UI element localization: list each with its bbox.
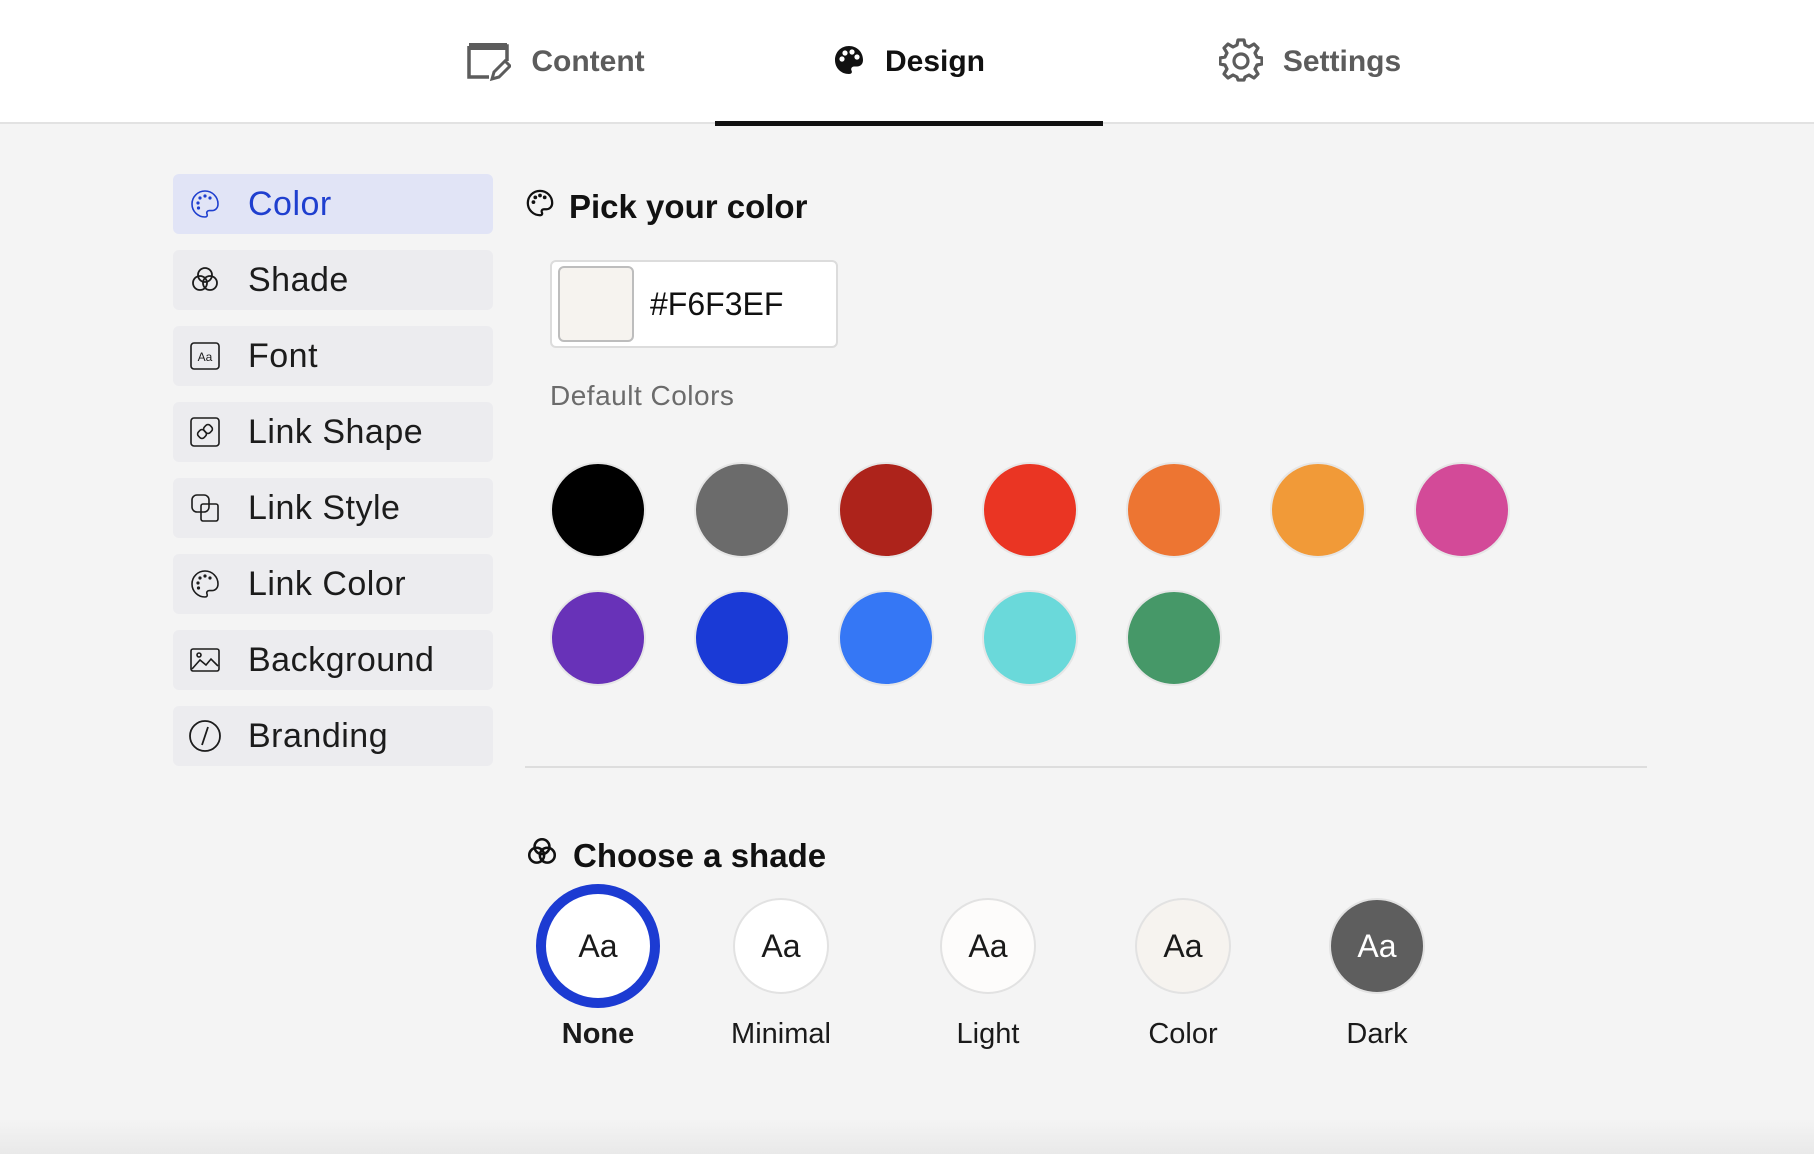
link-square-icon xyxy=(188,415,222,449)
tab-content[interactable]: Content xyxy=(390,0,720,124)
slash-circle-icon xyxy=(188,719,222,753)
venn-circles-icon xyxy=(525,835,559,877)
tab-settings-label: Settings xyxy=(1282,45,1402,78)
sidebar-item-label: Color xyxy=(248,184,332,223)
shade-preview: Aa xyxy=(940,898,1036,994)
sidebar-item-branding[interactable]: Branding xyxy=(173,706,493,766)
tab-design-label: Design xyxy=(884,45,986,78)
sidebar-item-label: Link Shape xyxy=(248,412,424,451)
top-tab-bar: Content Design Settings xyxy=(0,0,1814,126)
shade-preview: Aa xyxy=(733,898,829,994)
shade-options: Aa None Aa Minimal Aa Light Aa Color Aa … xyxy=(525,884,1645,1078)
shade-preview: Aa xyxy=(1135,898,1231,994)
color-swatch[interactable] xyxy=(982,590,1078,686)
sidebar-item-label: Shade xyxy=(248,260,349,299)
svg-text:Aa: Aa xyxy=(198,350,213,364)
sidebar-item-label: Background xyxy=(248,640,435,679)
shade-preview: Aa xyxy=(1329,898,1425,994)
sidebar-item-label: Branding xyxy=(248,716,389,755)
design-sidebar: Color Shade Aa Font Link Shape Link Styl… xyxy=(173,174,493,782)
color-swatch[interactable] xyxy=(838,590,934,686)
color-swatch[interactable] xyxy=(1270,462,1366,558)
palette-outline-icon xyxy=(525,188,555,226)
sidebar-item-background[interactable]: Background xyxy=(173,630,493,690)
shade-option-color[interactable]: Aa Color xyxy=(1113,898,1253,1051)
color-swatch[interactable] xyxy=(1414,462,1510,558)
palette-outline-icon xyxy=(188,187,222,221)
color-swatch[interactable] xyxy=(550,590,646,686)
shade-label: Minimal xyxy=(731,1018,831,1050)
palette-outline-icon xyxy=(188,567,222,601)
shade-section-title: Choose a shade xyxy=(525,835,826,877)
shade-section-title-text: Choose a shade xyxy=(573,837,827,874)
image-icon xyxy=(188,643,222,677)
sidebar-item-label: Link Style xyxy=(248,488,401,527)
shade-preview: Aa xyxy=(536,884,660,1008)
shade-label: Color xyxy=(1148,1018,1218,1050)
color-swatch[interactable] xyxy=(694,590,790,686)
tab-settings[interactable]: Settings xyxy=(1140,0,1480,124)
hex-color-field[interactable] xyxy=(550,260,838,348)
sidebar-item-label: Font xyxy=(248,336,319,375)
hex-color-input[interactable] xyxy=(650,285,820,323)
venn-circles-icon xyxy=(188,263,222,297)
shade-label: Dark xyxy=(1346,1018,1408,1050)
shade-label: None xyxy=(561,1018,635,1050)
color-preview-swatch[interactable] xyxy=(558,266,634,342)
section-divider xyxy=(525,766,1647,768)
color-section-title: Pick your color xyxy=(525,188,807,226)
sidebar-item-color[interactable]: Color xyxy=(173,174,493,234)
edit-window-icon xyxy=(465,37,513,88)
shade-option-none[interactable]: Aa None xyxy=(528,884,668,1051)
gear-icon xyxy=(1218,37,1264,87)
color-swatch[interactable] xyxy=(550,462,646,558)
shade-option-minimal[interactable]: Aa Minimal xyxy=(711,898,851,1051)
color-swatch[interactable] xyxy=(1126,590,1222,686)
palette-icon xyxy=(833,44,865,81)
shade-option-light[interactable]: Aa Light xyxy=(918,898,1058,1051)
sidebar-item-link-shape[interactable]: Link Shape xyxy=(173,402,493,462)
sidebar-item-font[interactable]: Aa Font xyxy=(173,326,493,386)
sidebar-item-link-style[interactable]: Link Style xyxy=(173,478,493,538)
sidebar-item-shade[interactable]: Shade xyxy=(173,250,493,310)
shade-label: Light xyxy=(956,1018,1020,1050)
color-swatch[interactable] xyxy=(838,462,934,558)
tab-design[interactable]: Design xyxy=(715,0,1103,126)
tab-content-label: Content xyxy=(531,45,645,78)
color-swatch[interactable] xyxy=(694,462,790,558)
default-colors-label: Default Colors xyxy=(550,380,735,411)
shade-option-dark[interactable]: Aa Dark xyxy=(1307,898,1447,1051)
bottom-shadow xyxy=(0,1118,1814,1154)
color-swatch[interactable] xyxy=(982,462,1078,558)
color-swatch[interactable] xyxy=(1126,462,1222,558)
color-section-title-text: Pick your color xyxy=(569,188,808,225)
overlap-squares-icon xyxy=(188,491,222,525)
font-aa-icon: Aa xyxy=(188,339,222,373)
sidebar-item-link-color[interactable]: Link Color xyxy=(173,554,493,614)
sidebar-item-label: Link Color xyxy=(248,564,407,603)
